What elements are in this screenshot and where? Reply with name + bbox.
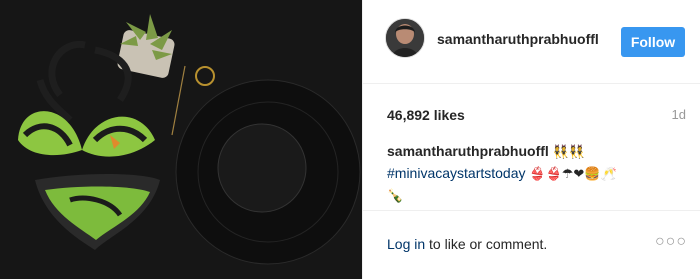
post-timestamp[interactable]: 1d — [672, 107, 686, 122]
caption-line-1: samantharuthprabhuoffl 👯👯 — [387, 141, 682, 163]
caption-emoji-2: 👙👙☂❤🍔🥂 — [529, 167, 617, 182]
post-sidebar: samantharuthprabhuoffl Follow 46,892 lik… — [362, 0, 700, 279]
more-options-icon[interactable]: ○○○ — [655, 233, 687, 251]
login-link[interactable]: Log in — [387, 236, 425, 252]
caption-emoji-1: 👯👯 — [552, 145, 586, 160]
post-photo[interactable] — [0, 0, 362, 279]
login-prompt-text: to like or comment. — [425, 236, 548, 252]
caption-line-2: #minivacaystartstoday 👙👙☂❤🍔🥂 — [387, 163, 682, 185]
avatar-image — [386, 19, 424, 57]
caption-emoji-3: 🍾 — [387, 189, 404, 204]
login-prompt: Log in to like or comment. — [387, 236, 547, 252]
caption-hashtag[interactable]: #minivacaystartstoday — [387, 165, 526, 181]
follow-button[interactable]: Follow — [621, 27, 685, 57]
post-footer: Log in to like or comment. ○○○ — [363, 210, 700, 279]
profile-avatar[interactable] — [385, 18, 425, 58]
photo-illustration — [0, 0, 362, 279]
caption-username[interactable]: samantharuthprabhuoffl — [387, 143, 549, 159]
post-header: samantharuthprabhuoffl Follow — [363, 0, 700, 84]
caption-line-3: 🍾 — [387, 185, 682, 207]
instagram-post: samantharuthprabhuoffl Follow 46,892 lik… — [0, 0, 700, 279]
post-caption: samantharuthprabhuoffl 👯👯 #minivacaystar… — [387, 141, 682, 207]
header-username[interactable]: samantharuthprabhuoffl — [437, 31, 599, 47]
likes-count[interactable]: 46,892 likes — [387, 107, 465, 123]
